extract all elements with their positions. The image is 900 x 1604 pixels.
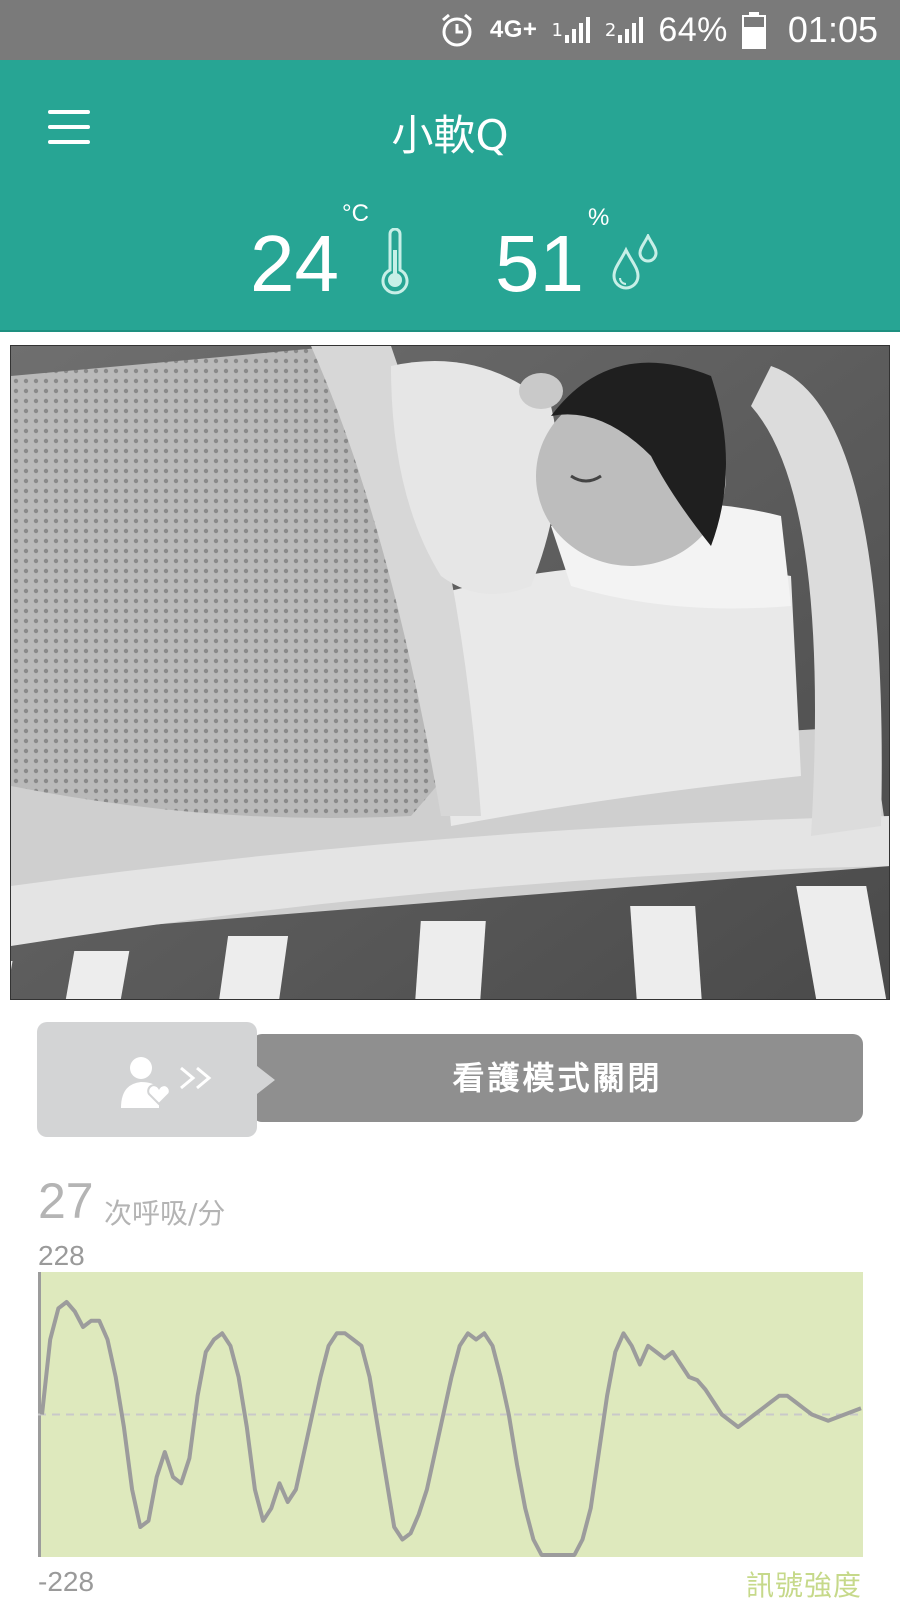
temperature-value: 24 bbox=[250, 219, 339, 308]
watch-mode-toggle[interactable]: 看護模式關閉 bbox=[37, 1022, 863, 1137]
status-bar: 4G+ 1 2 64% 01:05 bbox=[0, 0, 900, 60]
double-chevron-right-icon bbox=[179, 1066, 215, 1094]
camera-feed[interactable] bbox=[10, 345, 890, 1000]
breathing-waveform-chart bbox=[38, 1272, 863, 1557]
sim1-signal-icon: 1 bbox=[551, 15, 590, 45]
environment-panel: 24 °C 51 % bbox=[0, 190, 900, 332]
app-bar: 小軟Q bbox=[0, 60, 900, 190]
battery-icon bbox=[741, 11, 766, 49]
watch-mode-knob[interactable] bbox=[37, 1022, 275, 1137]
temperature-unit: °C bbox=[342, 200, 369, 227]
thermometer-icon bbox=[378, 227, 412, 302]
signal-strength-label: 訊號強度 bbox=[745, 1569, 862, 1602]
network-type-icon: 4G+ bbox=[489, 16, 538, 43]
breathing-rate-unit: 次呼吸/分 bbox=[104, 1197, 226, 1230]
humidity-unit: % bbox=[588, 204, 610, 231]
caregiver-heart-icon bbox=[119, 1054, 175, 1114]
battery-percent: 64% bbox=[658, 10, 728, 49]
humidity-value: 51 bbox=[495, 219, 584, 308]
breathing-rate-value: 27 bbox=[38, 1173, 94, 1229]
clock: 01:05 bbox=[787, 9, 878, 50]
watch-mode-label: 看護模式關閉 bbox=[452, 1059, 663, 1097]
sim2-signal-icon: 2 bbox=[605, 15, 644, 45]
chart-y-max-label: 228 bbox=[38, 1240, 85, 1271]
alarm-clock-icon bbox=[438, 11, 476, 49]
sleeping-baby-image bbox=[11, 346, 889, 999]
chart-y-min-label: -228 bbox=[38, 1566, 95, 1597]
page-title: 小軟Q bbox=[391, 111, 509, 160]
water-drops-icon bbox=[612, 232, 658, 298]
